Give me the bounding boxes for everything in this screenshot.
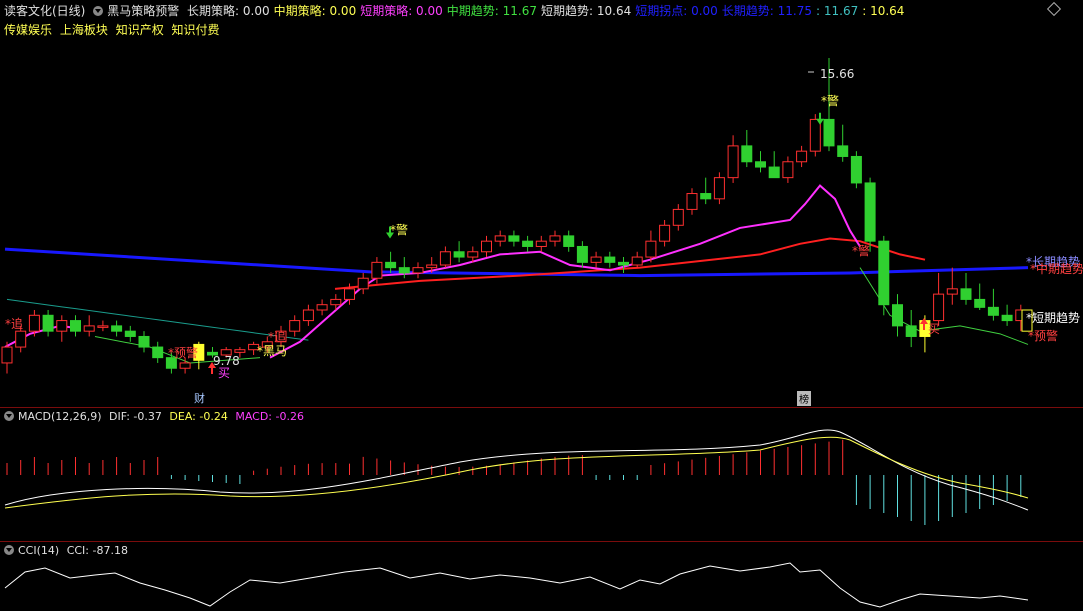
- candle-body: [741, 145, 753, 163]
- cci-menu-icon[interactable]: [4, 545, 14, 555]
- candle-body: [70, 320, 81, 332]
- chase-mark-left: *追: [5, 317, 24, 331]
- candle-body: [412, 267, 424, 274]
- candle-body: [522, 240, 534, 247]
- candle-body: [974, 298, 986, 308]
- candle-body: [83, 325, 95, 332]
- candle-body: [796, 150, 808, 163]
- candle-body: [686, 193, 698, 210]
- candle-body: [809, 118, 821, 152]
- macd-title: MACD(12,26,9) DIF: -0.37 DEA: -0.24 MACD…: [4, 410, 308, 424]
- warn-mark-right: *警: [852, 244, 871, 258]
- mid-trend-label: *中期趋势: [1030, 262, 1083, 276]
- cci-label[interactable]: CCI(14): [18, 544, 59, 557]
- candle-body: [111, 325, 123, 332]
- candle-body: [905, 325, 917, 337]
- candle-body: [28, 314, 40, 332]
- candle-body: [713, 177, 725, 200]
- macd-dea-line: [4, 436, 1029, 509]
- panel-divider: [0, 541, 1083, 542]
- prewarn-mark-left: *预警: [168, 346, 199, 360]
- candle-body: [344, 288, 355, 300]
- candle-body: [645, 240, 657, 258]
- short-trend-label: *短期趋势: [1026, 311, 1081, 325]
- price-chart[interactable]: [0, 0, 1083, 611]
- candle-body: [576, 245, 588, 263]
- candle-body: [439, 251, 451, 266]
- candle-body: [850, 155, 862, 184]
- high-price-label: 15.66: [820, 67, 855, 81]
- candle-body: [385, 261, 397, 269]
- candle-body: [700, 193, 712, 200]
- candle-body: [1, 346, 13, 364]
- candle-body: [768, 166, 780, 179]
- ranking-marker[interactable]: 榜: [797, 391, 811, 406]
- candle-body: [426, 264, 438, 269]
- candle-body: [727, 145, 739, 179]
- warn-mark-mid: *警: [390, 223, 409, 237]
- panel-divider: [0, 407, 1083, 408]
- candle-body: [453, 251, 465, 258]
- mid-trend-line: [334, 237, 926, 290]
- candle-body: [371, 261, 383, 279]
- candle-body: [864, 182, 876, 242]
- macd-value: MACD: -0.26: [235, 410, 304, 423]
- chase-mark-mid: *追: [268, 330, 287, 344]
- candle-body: [15, 330, 27, 348]
- cci-value: CCI: -87.18: [66, 544, 128, 557]
- buy-mark-left: 买: [218, 366, 231, 380]
- candle-body: [618, 261, 629, 266]
- candle-body: [152, 346, 164, 359]
- candle-body: [631, 256, 643, 266]
- macd-dif-line: [4, 429, 1029, 511]
- candle-body: [782, 161, 794, 179]
- macd-label[interactable]: MACD(12,26,9): [18, 410, 102, 423]
- candle-body: [672, 208, 684, 226]
- candle-body: [56, 320, 68, 332]
- candle-body: [481, 240, 492, 253]
- candle-body: [289, 320, 301, 332]
- candle-body: [42, 314, 54, 332]
- candle-body: [467, 251, 479, 258]
- candle-body: [1001, 314, 1013, 322]
- candle-body: [987, 306, 999, 316]
- cci-line: [4, 562, 1029, 608]
- warn-mark-top: *警: [821, 94, 840, 108]
- candle-body: [878, 240, 890, 306]
- cci-title: CCI(14) CCI: -87.18: [4, 544, 132, 558]
- macd-menu-icon[interactable]: [4, 411, 14, 421]
- macd-dea: DEA: -0.24: [169, 410, 228, 423]
- candle-body: [549, 235, 561, 242]
- candle-body: [357, 277, 369, 290]
- candle-body: [330, 298, 342, 306]
- candle-body: [933, 293, 945, 322]
- candle-body: [234, 349, 246, 353]
- candle-body: [837, 145, 849, 157]
- candle-body: [508, 235, 520, 242]
- candle-body: [398, 267, 410, 274]
- candle-body: [823, 118, 835, 147]
- candle-body: [535, 240, 547, 247]
- candle-body: [590, 256, 602, 263]
- candle-body: [316, 304, 328, 311]
- candle-body: [179, 362, 191, 369]
- candle-body: [892, 304, 903, 327]
- warn-label: *预警: [1028, 329, 1059, 343]
- buy-mark-right: 买: [928, 322, 941, 336]
- candle-body: [97, 325, 109, 328]
- candle-body: [659, 224, 671, 242]
- macd-dif: DIF: -0.37: [109, 410, 162, 423]
- candle-body: [960, 288, 972, 300]
- candle-body: [755, 161, 766, 168]
- candle-body: [604, 256, 616, 263]
- candle-body: [563, 235, 575, 247]
- candle-body: [302, 309, 314, 322]
- candle-body: [946, 288, 958, 295]
- candle-body: [124, 330, 136, 337]
- candle-body: [138, 335, 150, 348]
- candle-body: [494, 235, 506, 242]
- finance-marker[interactable]: 财: [194, 390, 205, 406]
